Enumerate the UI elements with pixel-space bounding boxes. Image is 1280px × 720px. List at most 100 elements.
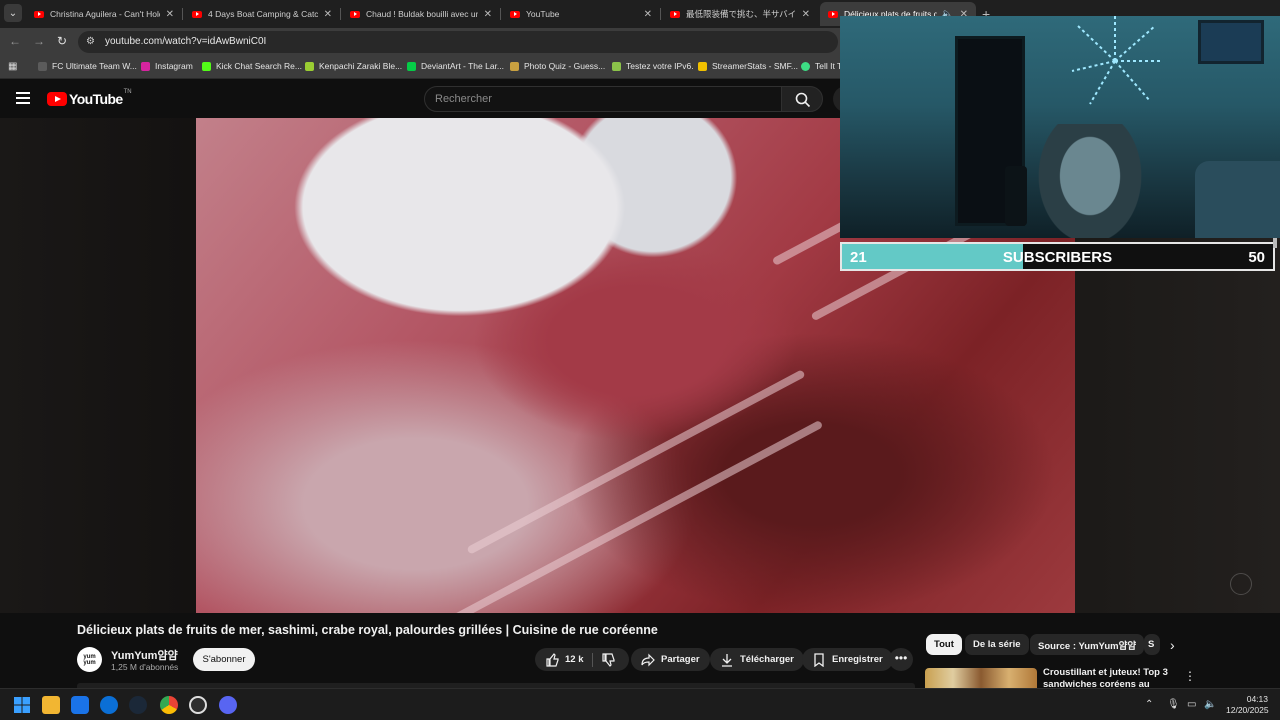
tab-close-icon[interactable]: ✕ [644,9,652,20]
os-taskbar: ⌃ 🎙 ▭ 🔈 04:13 12/20/2025 [0,688,1280,720]
channel-watermark-icon[interactable] [1230,573,1252,595]
thumbs-up-icon[interactable] [545,652,559,667]
tab-close-icon[interactable]: ✕ [484,9,492,20]
subscriber-goal-bar: 21 SUBSCRIBERS 50 [840,242,1275,271]
obs-icon[interactable] [189,696,207,714]
webcam-wall-frame [1198,20,1264,64]
webcam-microphone [1005,166,1027,226]
network-icon[interactable]: ▭ [1187,699,1196,710]
bookmark-item[interactable]: Testez votre IPv6. [612,61,694,71]
tab-title: Chaud ! Buldak bouilli avec une [366,9,478,19]
recommended-thumbnail[interactable] [925,668,1037,688]
chip-series[interactable]: De la série [965,634,1029,655]
tab-close-icon[interactable]: ✕ [802,9,810,20]
logo-wordmark: YouTube [69,91,123,107]
browser-tab[interactable]: 4 Days Boat Camping & Catchi ✕ [184,2,340,26]
youtube-logo[interactable]: YouTube TN [47,89,132,107]
bookmark-item[interactable]: StreamerStats - SMF... [698,61,798,71]
subscribe-button[interactable]: S'abonner [193,648,255,671]
download-button[interactable]: Télécharger [710,648,804,671]
tab-close-icon[interactable]: ✕ [324,9,332,20]
tray-chevron-up-icon[interactable]: ⌃ [1145,699,1153,710]
video-info-section: Délicieux plats de fruits de mer, sashim… [0,613,1280,688]
system-clock[interactable]: 04:13 12/20/2025 [1226,694,1269,716]
neon-star-light-icon [1071,16,1160,105]
bookmark-label: FC Ultimate Team W... [52,61,137,71]
save-button[interactable]: Enregistrer [802,648,893,671]
chrome-icon[interactable] [160,696,178,714]
more-actions-button[interactable]: ••• [889,648,913,671]
tab-divider [500,8,501,20]
tab-search-chevron-icon[interactable]: ⌄ [4,4,22,22]
back-arrow-icon[interactable]: ← [9,34,21,48]
bookmark-label: Kick Chat Search Re... [216,61,302,71]
bookmark-label: StreamerStats - SMF... [712,61,798,71]
forward-arrow-icon[interactable]: → [33,34,45,48]
recommended-video-title[interactable]: Croustillant et juteux! Top 3 sandwiches… [1043,667,1173,688]
youtube-favicon-icon [828,10,838,18]
tab-divider [660,8,661,20]
chip-truncated[interactable]: S [1144,634,1160,655]
address-bar[interactable]: ⚙ youtube.com/watch?v=idAwBwniC0I [78,31,838,53]
bookmark-item[interactable]: Kick Chat Search Re... [202,61,302,71]
bookmark-label: Kenpachi Zaraki Ble... [319,61,403,71]
bookmark-item[interactable]: Kenpachi Zaraki Ble... [305,61,402,71]
channel-avatar[interactable]: yum yum [77,647,102,672]
subscriber-goal-target: 50 [1248,249,1265,266]
windows-start-icon[interactable] [13,696,31,714]
bookmark-label: Instagram [155,61,193,71]
instagram-icon [141,61,150,71]
thumbs-down-icon[interactable] [601,652,615,667]
speaker-icon[interactable]: 🔈 [1204,699,1216,710]
page-scrollbar[interactable] [1273,238,1277,248]
site-info-icon[interactable]: ⚙ [86,36,95,47]
share-button[interactable]: Partager [631,648,710,671]
bookmark-item[interactable]: Tell It T [801,61,842,71]
kebab-menu-icon[interactable]: ⋮ [1184,669,1196,683]
kick-icon [202,61,211,71]
tab-title: 最低限装備で挑む、半サバイバル [686,9,796,19]
bookmark-save-icon [814,652,824,667]
apps-grid-icon[interactable]: ▦ [8,61,17,72]
tab-divider [340,8,341,20]
channel-name[interactable]: YumYum얌얌 [111,647,178,663]
bookmark-item[interactable]: Photo Quiz - Guess... [510,61,605,71]
hamburger-menu-icon[interactable] [16,92,30,104]
chip-all[interactable]: Tout [926,634,962,655]
reload-icon[interactable]: ↻ [57,34,67,48]
discord-icon[interactable] [219,696,237,714]
bookmark-item[interactable]: DeviantArt - The Lar... [407,61,504,71]
share-arrow-icon [641,653,655,666]
chevron-right-icon[interactable]: › [1170,637,1175,653]
bookmark-favicon-icon [801,61,810,71]
file-explorer-icon[interactable] [42,696,60,714]
like-count[interactable]: 12 k [565,654,584,665]
search-button[interactable] [781,86,823,112]
bookmark-label: Tell It T [815,61,843,71]
browser-tab[interactable]: YouTube ✕ [502,2,660,26]
bookmark-label: Testez votre IPv6. [626,61,694,71]
save-label: Enregistrer [832,654,883,665]
youtube-favicon-icon [34,10,44,18]
browser-tab[interactable]: 最低限装備で挑む、半サバイバル ✕ [662,2,818,26]
edge-like-icon[interactable] [100,696,118,714]
search-icon [795,92,811,108]
tab-divider [182,8,183,20]
tab-close-icon[interactable]: ✕ [166,9,174,20]
mail-icon[interactable] [71,696,89,714]
steam-icon[interactable] [129,696,147,714]
microphone-icon[interactable]: 🎙 [1167,699,1180,710]
subscriber-goal-label: SUBSCRIBERS [1002,249,1113,266]
url-text[interactable]: youtube.com/watch?v=idAwBwniC0I [105,36,266,47]
youtube-favicon-icon [670,10,680,18]
bookmark-item[interactable]: Instagram [141,61,193,71]
search-placeholder: Rechercher [435,93,492,105]
bookmark-item[interactable]: FC Ultimate Team W... [38,61,137,71]
browser-tab[interactable]: Chaud ! Buldak bouilli avec une ✕ [342,2,500,26]
clock-time: 04:13 [1246,694,1268,704]
browser-tab[interactable]: Christina Aguilera - Can't Hold ✕ [26,2,182,26]
like-dislike-group: 12 k [535,648,629,671]
youtube-favicon-icon [350,10,360,18]
chip-source[interactable]: Source : YumYum얌얌 [1030,634,1145,655]
search-input[interactable]: Rechercher [424,86,782,112]
